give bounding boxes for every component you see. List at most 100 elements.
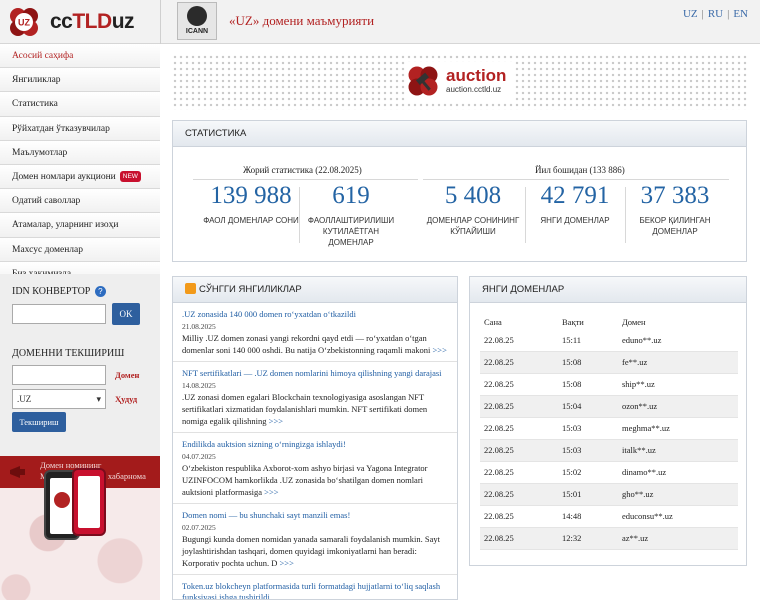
idn-input[interactable] <box>12 304 106 324</box>
lang-uz[interactable]: UZ <box>683 8 698 20</box>
read-more-link[interactable]: >>> <box>280 558 294 568</box>
cell-domain: dinamo**.uz <box>622 467 667 477</box>
table-row: 22.08.25 15:03 meghma**.uz <box>480 418 738 440</box>
new-badge: NEW <box>119 171 141 183</box>
zone-select-value: .UZ <box>17 394 32 404</box>
cell-date: 22.08.25 <box>484 423 514 433</box>
lang-ru[interactable]: RU <box>708 8 723 20</box>
read-more-link[interactable]: >>> <box>264 487 278 497</box>
news-date: 21.08.2025 <box>182 322 216 331</box>
read-more-link[interactable]: >>> <box>269 416 283 426</box>
table-row: 22.08.25 15:11 eduno**.uz <box>480 330 738 352</box>
cell-date: 22.08.25 <box>484 511 514 521</box>
sidebar-item[interactable]: Асосий саҳифа <box>0 44 160 69</box>
stat-value: 139 988 <box>210 182 292 209</box>
rss-icon[interactable] <box>185 282 196 294</box>
lang-en[interactable]: EN <box>733 8 748 20</box>
table-row: 22.08.25 15:08 fe**.uz <box>480 352 738 374</box>
news-link[interactable]: NFT sertifikatlari — .UZ domen nomlarini… <box>182 368 448 379</box>
cell-time: 15:08 <box>562 357 582 367</box>
news-text: O‘zbekiston respublika Axborot-xom ashyo… <box>182 462 448 498</box>
auction-word: auction <box>446 66 507 85</box>
page-title: «UZ» домени маъмурияти <box>229 13 375 28</box>
sidebar-item[interactable]: Маълумотлар <box>0 140 160 165</box>
zone-select[interactable]: .UZ ▾ <box>12 389 106 409</box>
news-date: 04.07.2025 <box>182 452 216 461</box>
year-stats-rule <box>423 179 729 180</box>
cell-date: 22.08.25 <box>484 467 514 477</box>
sidebar-item-label: Рўйхатдан ўтказувчилар <box>12 123 110 134</box>
sidebar-item-label: Статистика <box>12 99 58 110</box>
news-link[interactable]: Endilikda auktsion sizning o‘rningizga i… <box>182 439 448 450</box>
cell-time: 15:11 <box>562 335 582 345</box>
sidebar-item[interactable]: Рўйхатдан ўтказувчилар <box>0 116 160 141</box>
news-text-body: O‘zbekiston respublika Axborot-xom ashyo… <box>182 463 428 497</box>
domain-input[interactable] <box>12 365 106 385</box>
new-domains-title: ЯНГИ ДОМЕНЛАР <box>470 277 746 303</box>
stat-divider <box>525 187 526 243</box>
help-icon[interactable]: ? <box>94 286 106 298</box>
sidebar-item-label: Янгиликлар <box>12 75 61 86</box>
cell-domain: az**.uz <box>622 533 649 543</box>
check-button[interactable]: Текшириш <box>12 412 66 432</box>
sidebar-item-label: Одатий саволлар <box>12 196 81 207</box>
news-date: 02.07.2025 <box>182 523 216 532</box>
lang-separator: | <box>701 8 704 20</box>
news-header: СЎНГГИ ЯНГИЛИКЛАР <box>173 277 457 303</box>
cell-domain: ozon**.uz <box>622 401 658 411</box>
header: UZ ccTLDuz ICANN «UZ» домени маъмурияти … <box>0 0 760 44</box>
sidebar-item[interactable]: Домен номлари аукциони NEW <box>0 164 160 190</box>
stat-label: ДОМЕНЛАР СОНИНИНГ КЎПАЙИШИ <box>426 216 520 236</box>
phone-image-2 <box>72 468 106 536</box>
cell-date: 22.08.25 <box>484 335 514 345</box>
news-item: Token.uz blokcheyn platformasida turli f… <box>173 575 457 599</box>
sidebar-item[interactable]: Махсус доменлар <box>0 237 160 262</box>
cell-time: 15:03 <box>562 445 582 455</box>
news-text: Bugungi kunda domen nomidan yanada samar… <box>182 533 448 569</box>
cell-time: 15:08 <box>562 379 582 389</box>
logo-mark-text: UZ <box>18 18 30 28</box>
stat-value: 37 383 <box>640 182 710 209</box>
chevron-down-icon: ▾ <box>96 394 101 404</box>
sidebar-item[interactable]: Статистика <box>0 92 160 117</box>
sidebar-item[interactable]: Атамалар, уларнинг изоҳи <box>0 213 160 238</box>
site-logo[interactable]: UZ ccTLDuz <box>8 6 158 38</box>
stat-label: БЕКОР ҚИЛИНГАН ДОМЕНЛАР <box>639 216 711 236</box>
logo-flower-icon: UZ <box>10 8 38 36</box>
stat-value: 42 791 <box>540 182 610 209</box>
sidebar-item[interactable]: Янгиликлар <box>0 68 160 93</box>
domain-check-title: ДОМЕННИ ТЕКШИРИШ <box>12 348 125 359</box>
news-item: Endilikda auktsion sizning o‘rningizga i… <box>173 433 457 504</box>
news-date: 14.08.2025 <box>182 381 216 390</box>
ok-button[interactable]: OK <box>112 303 140 325</box>
new-domains-panel: ЯНГИ ДОМЕНЛАР Сана Вақти Домен 22.08.25 1… <box>469 276 747 566</box>
news-link[interactable]: Domen nomi — bu shunchaki sayt manzili e… <box>182 510 448 521</box>
logo-text: ccTLDuz <box>50 10 135 34</box>
news-link[interactable]: .UZ zonasida 140 000 domen ro‘yxatdan o‘… <box>182 309 448 320</box>
lang-separator: | <box>727 8 730 20</box>
column-header-time: Вақти <box>562 317 584 327</box>
cell-time: 15:02 <box>562 467 582 477</box>
megaphone-icon <box>10 466 25 478</box>
sidebar-item-label: Маълумотлар <box>12 147 68 158</box>
read-more-link[interactable]: >>> <box>432 345 446 355</box>
sidebar-item[interactable]: Одатий саволлар <box>0 189 160 214</box>
news-link[interactable]: Token.uz blokcheyn platformasida turli f… <box>182 581 448 599</box>
stat-item: 37 383 БЕКОР ҚИЛИНГАН ДОМЕНЛАР <box>625 181 725 237</box>
stat-item: 139 988 ФАОЛ ДОМЕНЛАР СОНИ <box>201 181 301 226</box>
news-panel: СЎНГГИ ЯНГИЛИКЛАР .UZ zonasida 140 000 d… <box>172 276 458 600</box>
icann-logo[interactable]: ICANN <box>177 2 217 40</box>
table-row: 22.08.25 15:02 dinamo**.uz <box>480 462 738 484</box>
zone-label: Ҳудуд <box>115 394 138 404</box>
statistics-title: СТАТИСТИКА <box>173 121 746 147</box>
table-row: 22.08.25 12:32 az**.uz <box>480 528 738 550</box>
cell-date: 22.08.25 <box>484 489 514 499</box>
stat-divider <box>299 187 300 243</box>
cell-time: 12:32 <box>562 533 582 543</box>
cell-domain: educonsu**.uz <box>622 511 673 521</box>
column-header-date: Сана <box>484 317 502 327</box>
auction-logo[interactable]: auction auction.cctld.uz <box>406 62 514 102</box>
idn-title: IDN КОНВЕРТОР ? <box>12 286 106 298</box>
globe-icon <box>187 6 207 26</box>
statistics-panel: СТАТИСТИКА Жорий статистика (22.08.2025)… <box>172 120 747 262</box>
